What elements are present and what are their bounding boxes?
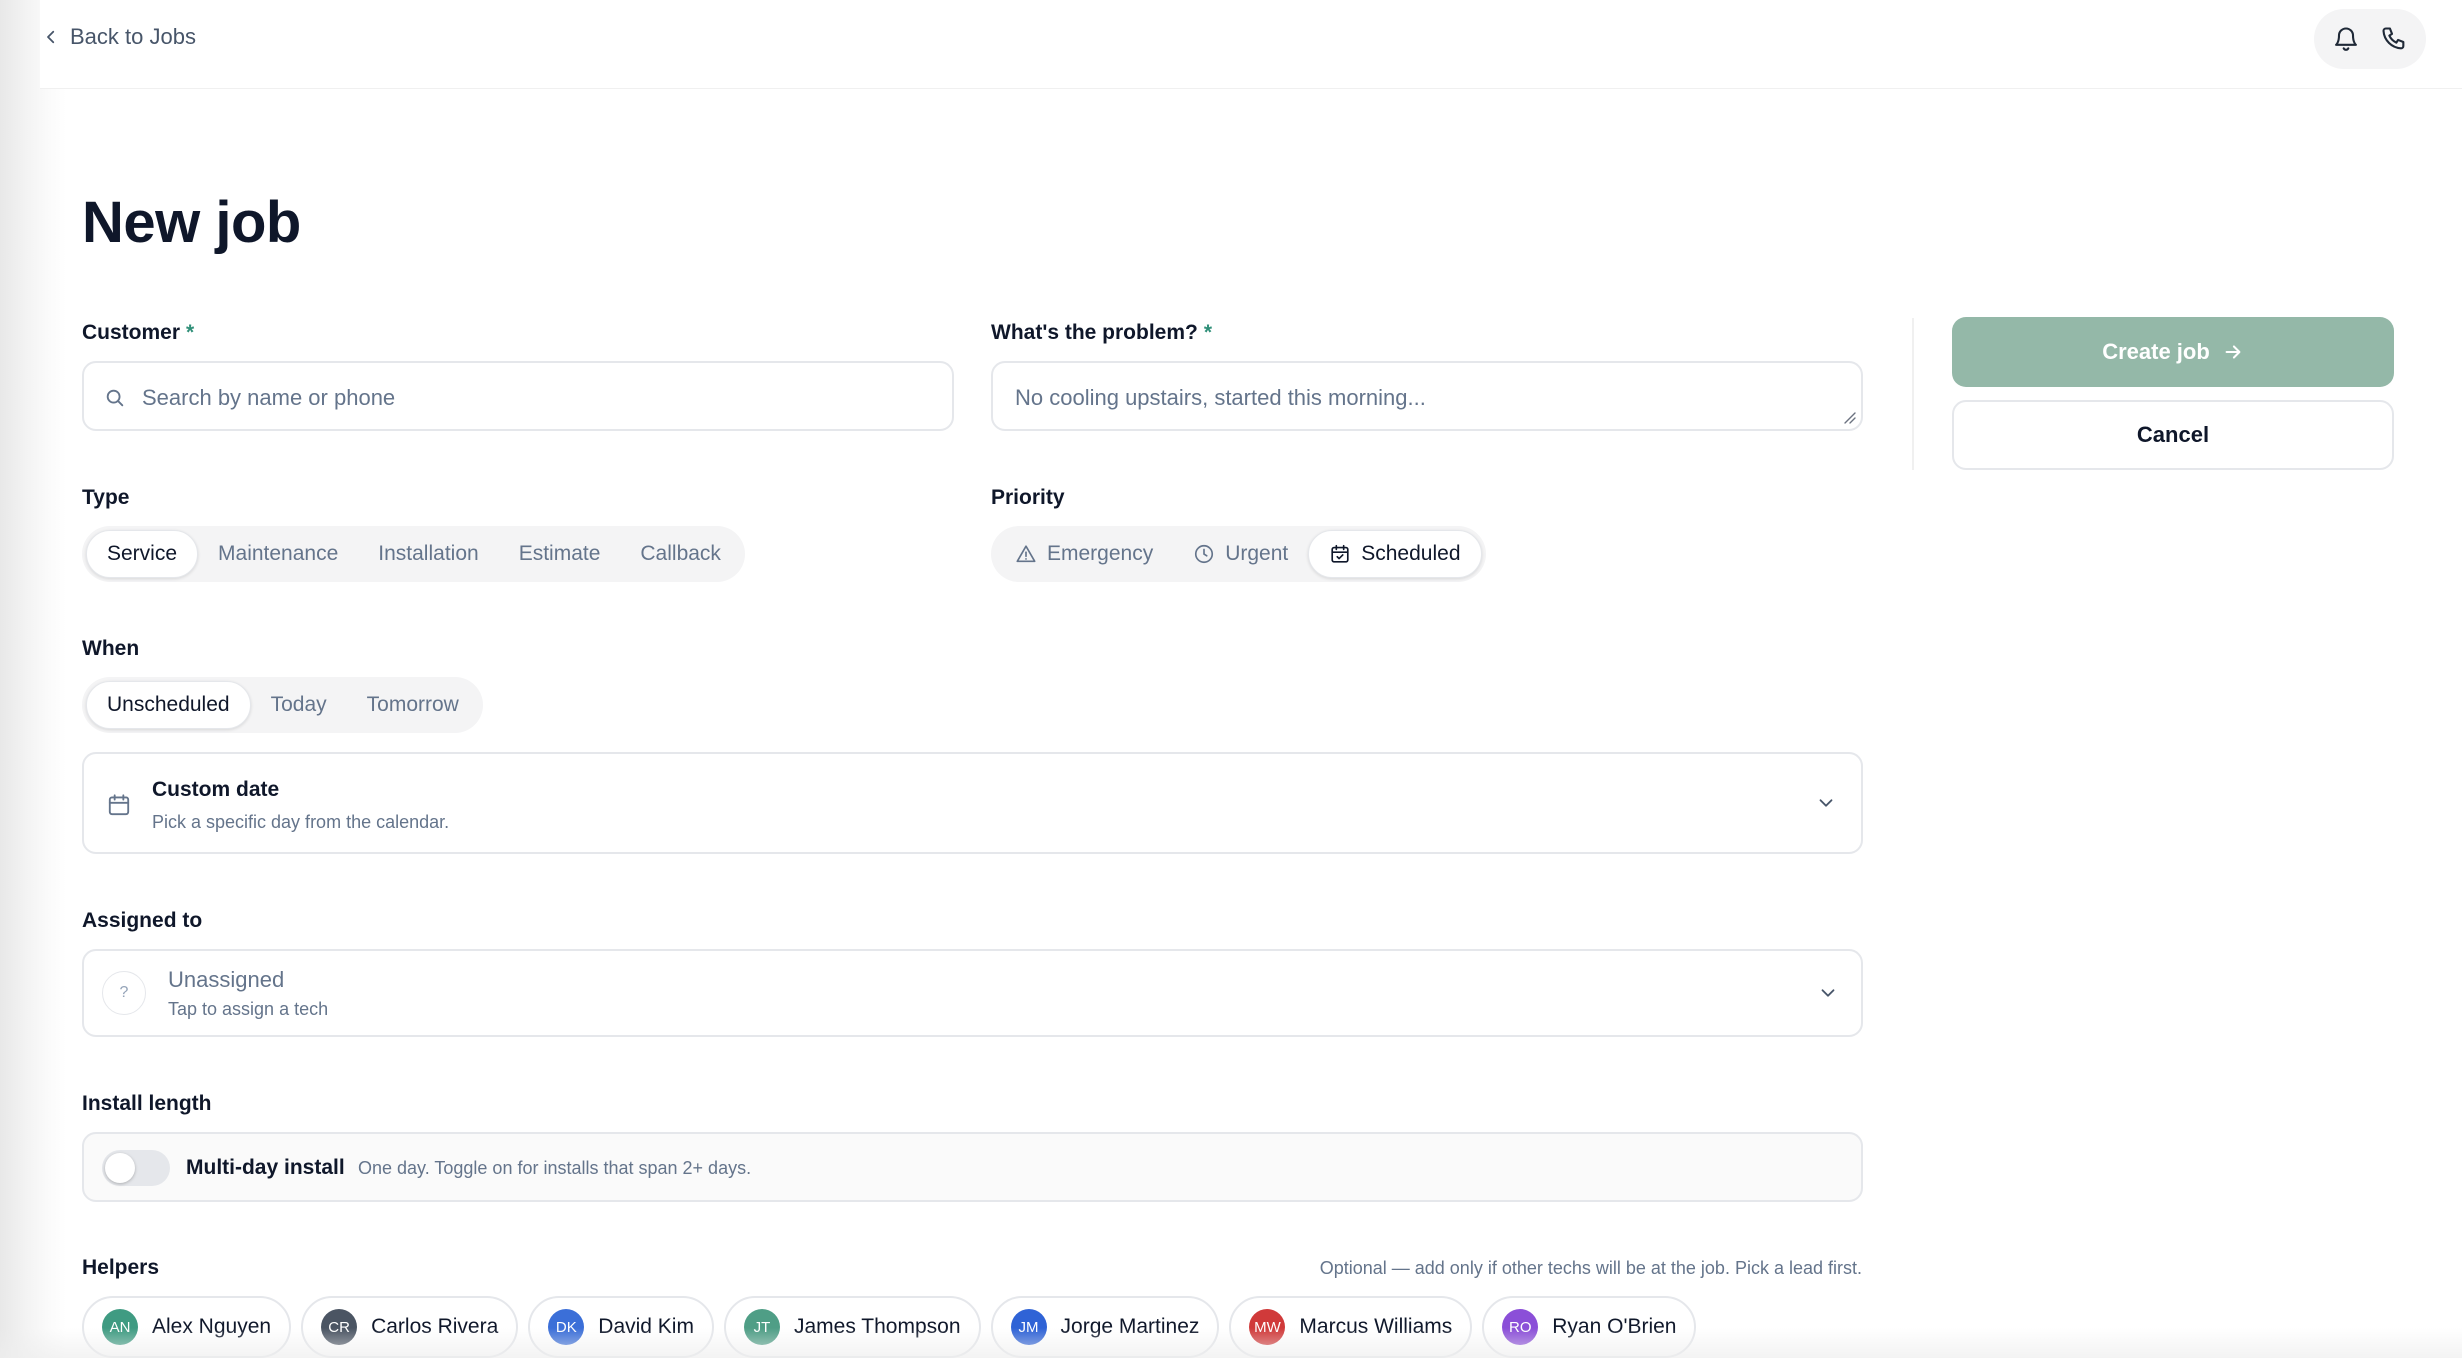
helper-avatar: MW: [1249, 1309, 1286, 1345]
when-option-today[interactable]: Today: [251, 681, 347, 729]
custom-date-subtitle: Pick a specific day from the calendar.: [152, 812, 450, 832]
type-option-callback[interactable]: Callback: [620, 530, 741, 578]
chevron-left-icon: [47, 30, 55, 44]
top-actions: [2314, 9, 2426, 69]
create-job-label: Create job: [2102, 339, 2210, 364]
arrow-right-icon: [2225, 345, 2241, 359]
assigned-label: Assigned to: [82, 909, 203, 932]
priority-option-emergency[interactable]: Emergency: [995, 530, 1173, 578]
type-option-installation[interactable]: Installation: [358, 530, 498, 578]
when-segmented-control: Unscheduled Today Tomorrow: [82, 677, 483, 733]
helper-name: Ryan O'Brien: [1552, 1315, 1677, 1338]
toggle-knob: [105, 1153, 135, 1183]
phone-icon: [2382, 27, 2405, 50]
priority-scheduled-label: Scheduled: [1361, 542, 1461, 565]
priority-option-urgent[interactable]: Urgent: [1173, 530, 1308, 578]
install-length-label: Install length: [82, 1092, 212, 1115]
assigned-subtitle: Tap to assign a tech: [168, 999, 329, 1019]
back-label: Back to Jobs: [70, 24, 196, 49]
page-title: New job: [82, 190, 301, 255]
helper-chip[interactable]: DK David Kim: [528, 1296, 714, 1358]
helper-chip[interactable]: AN Alex Nguyen: [82, 1296, 292, 1358]
customer-placeholder: Search by name or phone: [142, 385, 396, 410]
custom-date-picker[interactable]: Custom date Pick a specific day from the…: [82, 752, 1863, 854]
action-column-divider: [1912, 318, 1914, 470]
warning-triangle-icon: [1016, 545, 1036, 563]
helper-avatar: DK: [548, 1309, 585, 1345]
when-label: When: [82, 637, 140, 660]
helper-avatar: CR: [321, 1309, 358, 1345]
priority-emergency-label: Emergency: [1047, 542, 1154, 565]
helpers-label: Helpers: [82, 1256, 160, 1279]
type-option-service[interactable]: Service: [86, 530, 199, 578]
helpers-note: Optional — add only if other techs will …: [1319, 1258, 1862, 1278]
when-option-tomorrow[interactable]: Tomorrow: [347, 681, 479, 729]
helper-name: David Kim: [598, 1315, 694, 1338]
helper-name: Jorge Martinez: [1060, 1315, 1200, 1338]
helper-chip[interactable]: JM Jorge Martinez: [990, 1296, 1220, 1358]
call-button[interactable]: [2370, 15, 2418, 63]
clock-icon: [1195, 544, 1214, 564]
type-label: Type: [82, 486, 130, 509]
helper-name: Marcus Williams: [1299, 1315, 1453, 1338]
assigned-value: Unassigned: [168, 967, 285, 992]
bell-icon: [2335, 27, 2357, 51]
helper-chip[interactable]: MW Marcus Williams: [1229, 1296, 1473, 1358]
required-mark: *: [1203, 321, 1213, 344]
chevron-down-icon: [1821, 989, 1835, 997]
helper-name: Alex Nguyen: [152, 1315, 272, 1338]
notifications-button[interactable]: [2322, 15, 2370, 63]
search-icon: [106, 389, 124, 407]
type-option-maintenance[interactable]: Maintenance: [198, 530, 358, 578]
priority-urgent-label: Urgent: [1225, 542, 1289, 565]
customer-label-text: Customer: [82, 321, 181, 344]
when-option-unscheduled[interactable]: Unscheduled: [86, 681, 251, 729]
resize-grip-icon[interactable]: [1841, 409, 1857, 425]
helper-avatar: AN: [102, 1309, 138, 1345]
chevron-down-icon: [1819, 799, 1833, 807]
required-mark: *: [186, 321, 195, 344]
helper-avatar: RO: [1502, 1309, 1539, 1345]
helper-avatar: JT: [743, 1309, 780, 1345]
type-option-estimate[interactable]: Estimate: [499, 530, 621, 578]
customer-label: Customer *: [82, 320, 194, 346]
helpers-chip-list: AN Alex Nguyen CR Carlos Rivera DK David Ki…: [82, 1296, 1697, 1358]
priority-segmented-control: Emergency Urgent Scheduled: [991, 526, 1486, 582]
left-edge-shadow: [0, 0, 66, 1358]
helper-avatar: JM: [1010, 1309, 1047, 1345]
type-segmented-control: Service Maintenance Installation Estimat…: [82, 526, 745, 582]
create-job-button[interactable]: Create job: [1952, 317, 2394, 387]
problem-placeholder: No cooling upstairs, started this mornin…: [1015, 385, 1426, 410]
install-length-card: Multi-day install One day. Toggle on for…: [82, 1132, 1863, 1202]
top-bar: Back to Jobs: [40, 0, 2462, 89]
multi-day-toggle[interactable]: [102, 1150, 170, 1186]
calendar-icon: [108, 794, 130, 816]
priority-label: Priority: [991, 486, 1065, 509]
problem-label-text: What's the problem?: [991, 321, 1198, 344]
calendar-check-icon: [1331, 544, 1349, 563]
unassigned-avatar: ?: [102, 971, 146, 1015]
helper-chip[interactable]: RO Ryan O'Brien: [1482, 1296, 1697, 1358]
multi-day-note: One day. Toggle on for installs that spa…: [358, 1158, 752, 1178]
cancel-button[interactable]: Cancel: [1952, 400, 2394, 470]
helper-chip[interactable]: CR Carlos Rivera: [301, 1296, 519, 1358]
multi-day-label: Multi-day install: [186, 1156, 345, 1179]
helper-name: Carlos Rivera: [371, 1315, 499, 1338]
back-to-jobs-link[interactable]: Back to Jobs: [42, 24, 196, 50]
custom-date-title: Custom date: [152, 778, 280, 801]
problem-label: What's the problem? *: [991, 320, 1212, 346]
helper-chip[interactable]: JT James Thompson: [723, 1296, 981, 1358]
assign-tech-picker[interactable]: ? Unassigned Tap to assign a tech: [82, 949, 1863, 1037]
customer-search-input[interactable]: Search by name or phone: [82, 361, 954, 431]
problem-textarea[interactable]: No cooling upstairs, started this mornin…: [991, 361, 1863, 431]
helper-name: James Thompson: [793, 1315, 961, 1338]
priority-option-scheduled[interactable]: Scheduled: [1308, 530, 1482, 578]
